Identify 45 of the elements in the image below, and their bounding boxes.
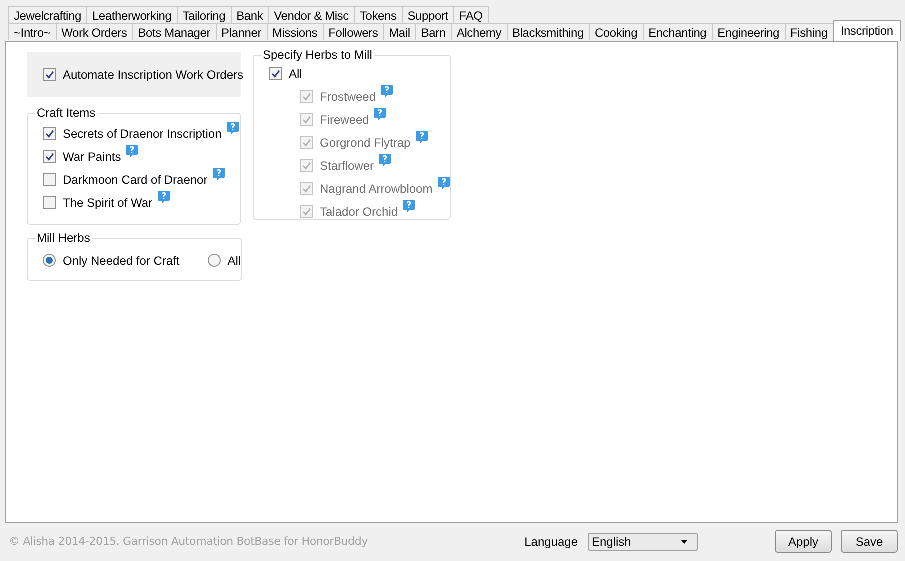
tab[interactable]: Missions bbox=[266, 23, 324, 40]
tab[interactable]: ~Intro~ bbox=[8, 23, 57, 40]
radio-label: All bbox=[228, 254, 242, 268]
tab[interactable]: Fishing bbox=[784, 23, 834, 40]
tab[interactable]: Tailoring bbox=[176, 6, 232, 23]
tab[interactable]: Inscription bbox=[832, 20, 902, 41]
tab[interactable]: Alchemy bbox=[450, 23, 508, 40]
language-dropdown[interactable]: English bbox=[588, 532, 698, 550]
tab[interactable]: Support bbox=[402, 6, 454, 23]
checkbox-label: Automate Inscription Work Orders bbox=[63, 68, 244, 82]
tab[interactable]: Followers bbox=[322, 23, 384, 40]
tab[interactable]: Mail bbox=[383, 23, 416, 40]
tab[interactable]: Bank bbox=[230, 6, 270, 23]
checkbox-label: Secrets of Draenor Inscription bbox=[63, 126, 222, 140]
tab[interactable]: Enchanting bbox=[642, 23, 713, 40]
checkbox-label: Nagrand Arrowbloom bbox=[320, 182, 433, 196]
tab[interactable]: Cooking bbox=[588, 23, 644, 40]
checkbox-label: All bbox=[289, 66, 302, 80]
tab[interactable]: FAQ bbox=[453, 6, 489, 23]
tab[interactable]: Engineering bbox=[712, 23, 786, 40]
tab[interactable]: Bots Manager bbox=[132, 23, 217, 40]
tab[interactable]: Barn bbox=[415, 23, 452, 40]
group-title: Specify Herbs to Mill bbox=[262, 48, 374, 62]
tab[interactable]: Blacksmithing bbox=[506, 23, 590, 40]
checkbox-label: Gorgrond Flytrap bbox=[320, 136, 411, 150]
radio-label: Only Needed for Craft bbox=[63, 254, 180, 268]
tab[interactable]: Planner bbox=[216, 23, 268, 40]
tab[interactable]: Jewelcrafting bbox=[8, 6, 88, 23]
action-button[interactable]: Apply bbox=[775, 530, 832, 553]
tab[interactable]: Work Orders bbox=[56, 23, 134, 40]
checkbox-label: Starflower bbox=[320, 158, 374, 172]
tab[interactable]: Leatherworking bbox=[86, 6, 178, 23]
checkbox-label: The Spirit of War bbox=[63, 196, 153, 210]
checkbox-label: Frostweed bbox=[320, 90, 376, 104]
checkbox-label: War Paints bbox=[63, 150, 122, 164]
checkbox-label: Darkmoon Card of Draenor bbox=[63, 172, 208, 186]
language-label: Language bbox=[524, 534, 578, 548]
group-title: Mill Herbs bbox=[36, 231, 92, 245]
copyright-text: © Alisha 2014-2015. Garrison Automation BotBase for HonorBuddy bbox=[9, 535, 368, 548]
action-button[interactable]: Save bbox=[841, 530, 898, 553]
checkbox-label: Talador Orchid bbox=[320, 204, 398, 218]
tab[interactable]: Tokens bbox=[354, 6, 403, 23]
group-title: Craft Items bbox=[36, 106, 97, 120]
checkbox-label: Fireweed bbox=[320, 112, 370, 126]
tab[interactable]: Vendor & Misc bbox=[268, 6, 355, 23]
